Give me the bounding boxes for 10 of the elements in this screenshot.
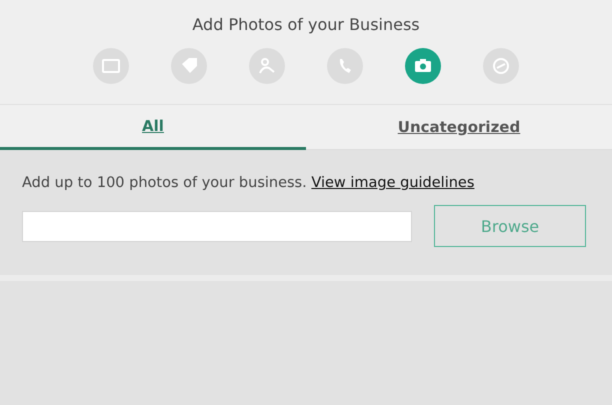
guidelines-link[interactable]: View image guidelines: [311, 175, 474, 191]
camera-step-icon[interactable]: [405, 48, 441, 84]
clock-step-icon[interactable]: [483, 48, 519, 84]
file-field[interactable]: [22, 210, 412, 242]
header-title: Add Photos of your Business: [192, 15, 420, 34]
upload-hint: Add up to 100 photos of your business.: [22, 175, 307, 191]
phone-step-icon[interactable]: [327, 48, 363, 84]
card-step-icon[interactable]: [93, 48, 129, 84]
people-step-icon[interactable]: [249, 48, 285, 84]
tag-step-icon[interactable]: [171, 48, 207, 84]
